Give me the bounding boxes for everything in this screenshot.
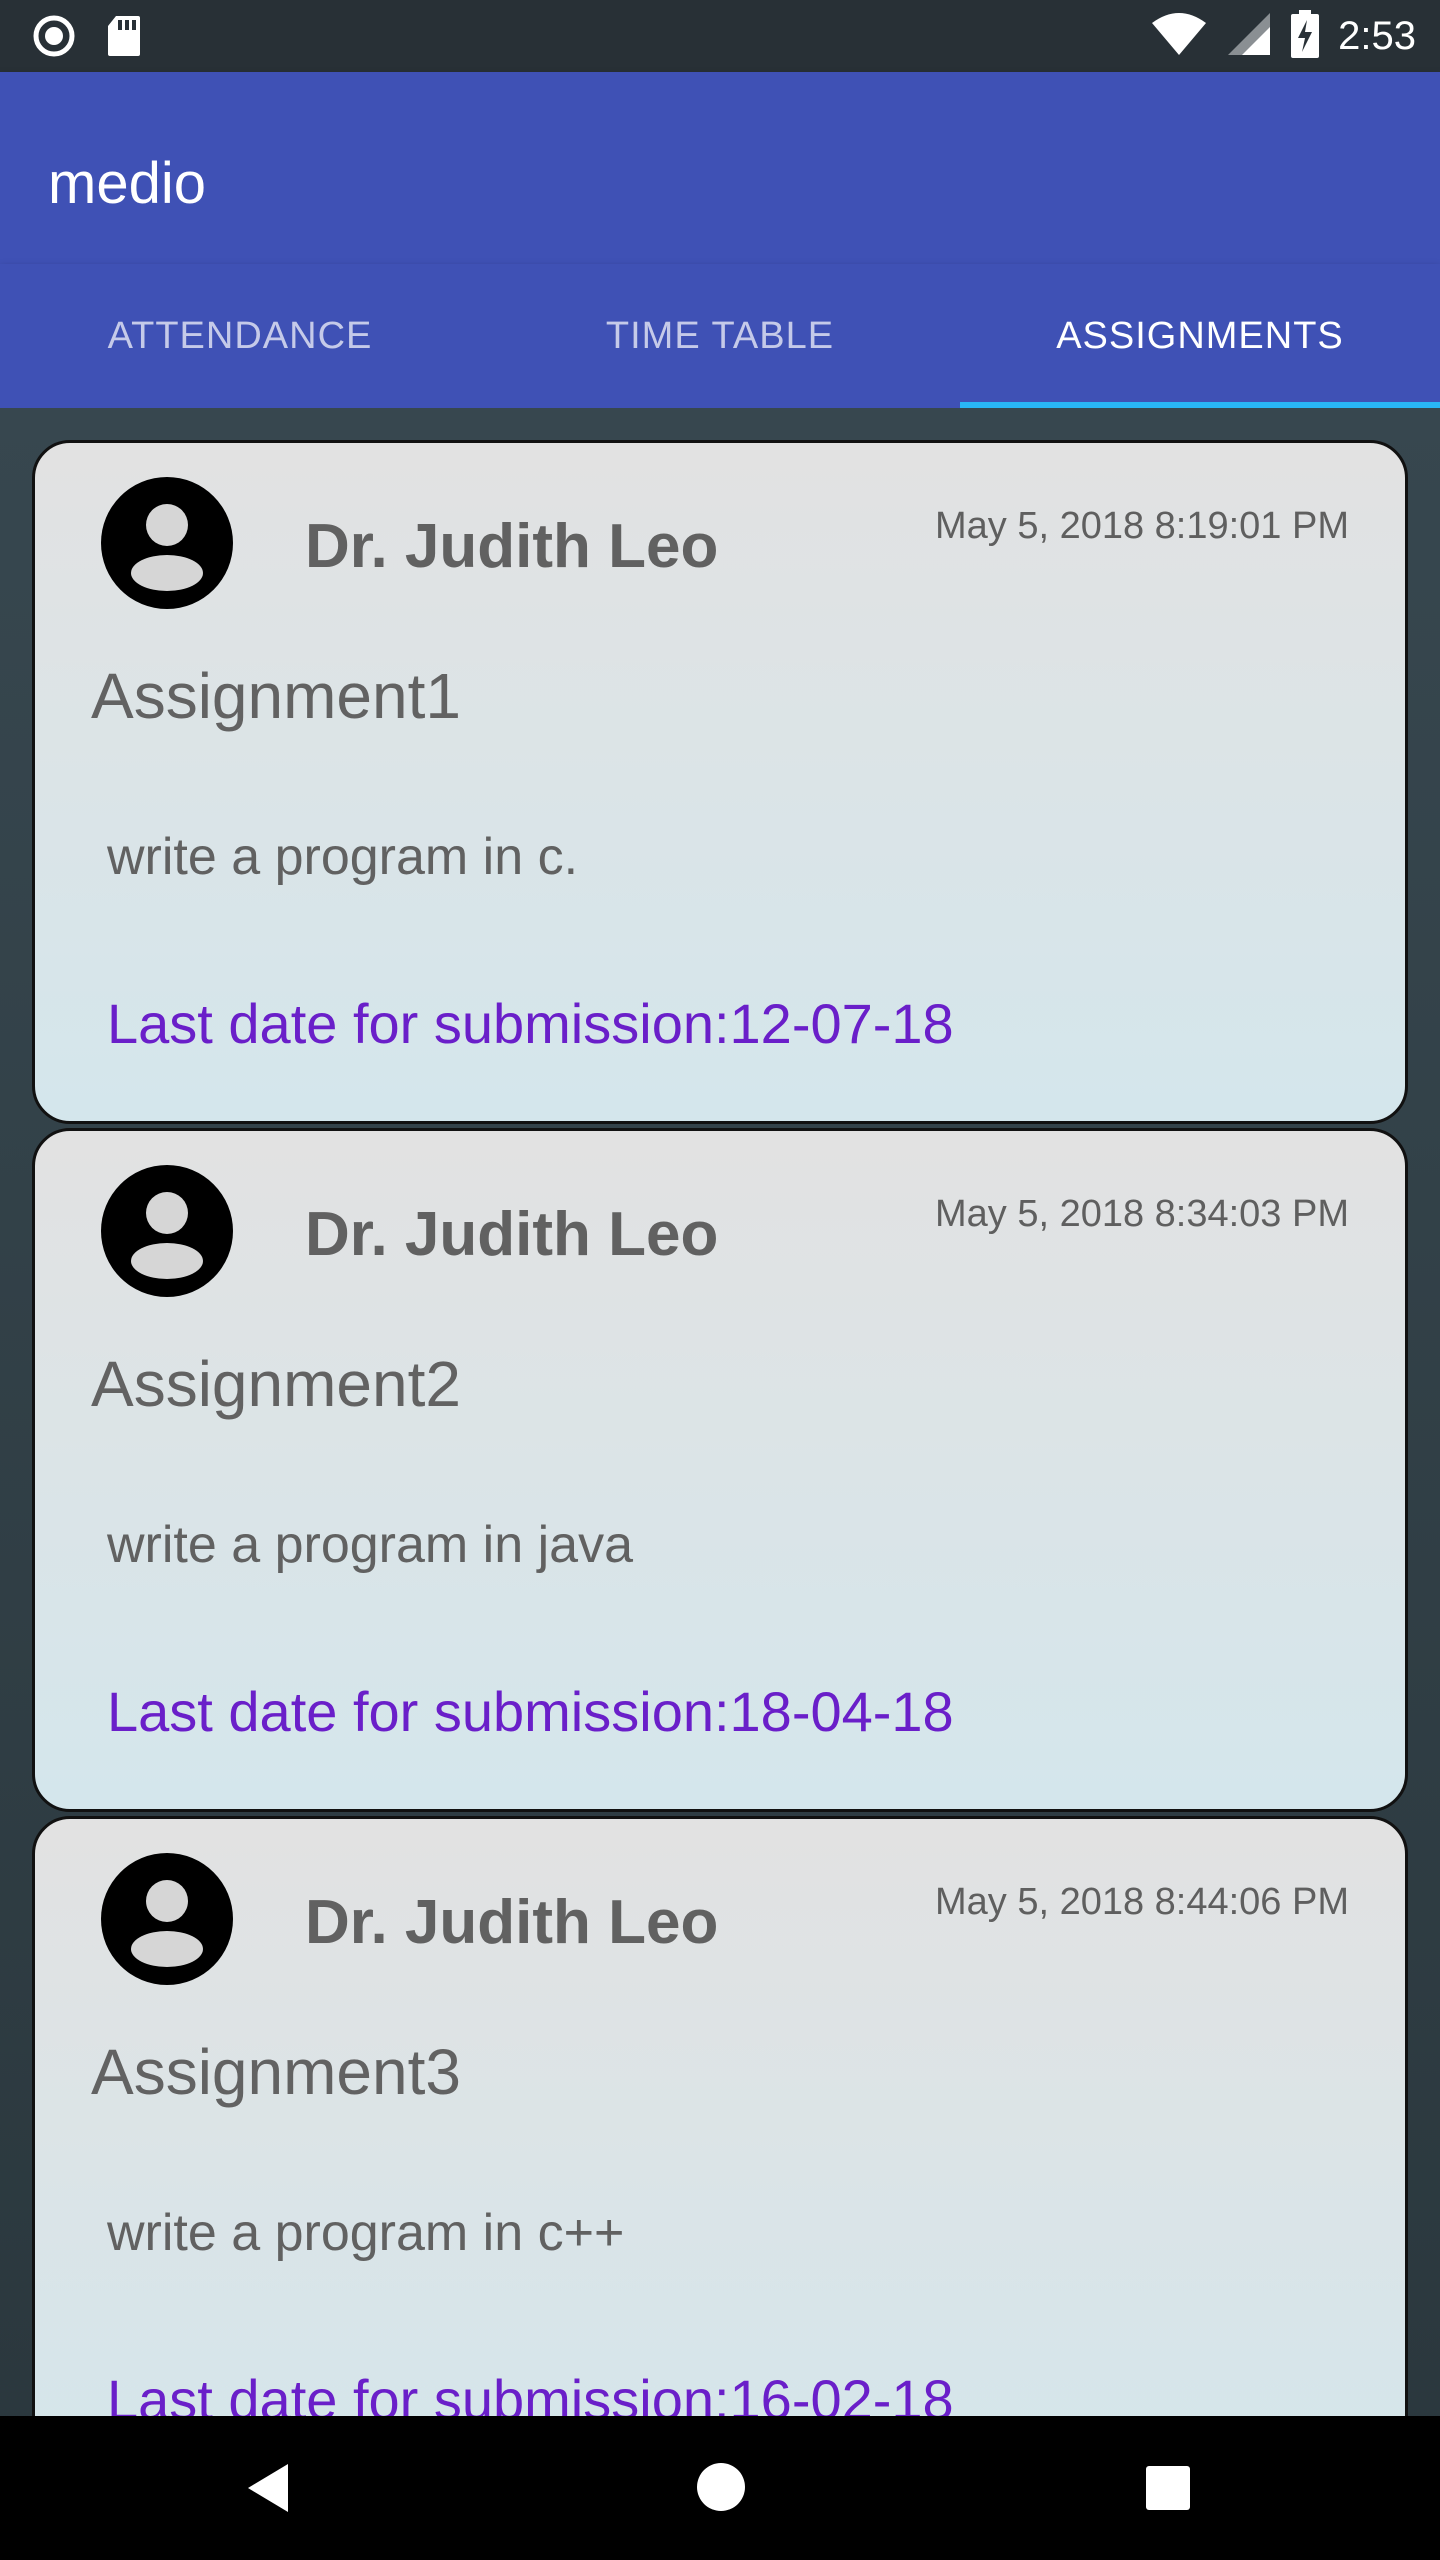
assignment-description: write a program in java — [107, 1516, 633, 1574]
app-bar: medio — [0, 72, 1440, 264]
teacher-name: Dr. Judith Leo — [305, 1200, 719, 1269]
home-icon[interactable] — [696, 2462, 746, 2517]
tab-time-table[interactable]: TIME TABLE — [480, 264, 960, 408]
posted-timestamp: May 5, 2018 8:19:01 PM — [934, 505, 1349, 547]
assignment-title: Assignment1 — [91, 660, 461, 732]
tab-attendance[interactable]: ATTENDANCE — [0, 264, 480, 408]
assignment-title: Assignment3 — [91, 2036, 461, 2108]
tab-assignments[interactable]: ASSIGNMENTS — [960, 264, 1440, 408]
assignment-card[interactable]: Dr. Judith Leo May 5, 2018 8:44:06 PM As… — [32, 1816, 1408, 2416]
due-date: Last date for submission:16-02-18 — [107, 2368, 954, 2416]
assignment-description: write a program in c++ — [107, 2204, 625, 2262]
back-icon[interactable] — [244, 2462, 292, 2519]
account-circle-icon — [101, 477, 233, 609]
battery-charging-icon — [1290, 10, 1320, 63]
teacher-name: Dr. Judith Leo — [305, 1888, 719, 1957]
assignment-card[interactable]: Dr. Judith Leo May 5, 2018 8:34:03 PM As… — [32, 1128, 1408, 1812]
wifi-icon — [1150, 11, 1208, 62]
due-date: Last date for submission:12-07-18 — [107, 992, 954, 1055]
account-circle-icon — [101, 1853, 233, 1985]
app-title: medio — [48, 151, 206, 216]
system-nav-bar — [0, 2416, 1440, 2560]
account-circle-icon — [101, 1165, 233, 1297]
assignment-title: Assignment2 — [91, 1348, 461, 1420]
due-date: Last date for submission:18-04-18 — [107, 1680, 954, 1743]
teacher-name: Dr. Judith Leo — [305, 512, 719, 581]
status-time: 2:53 — [1338, 14, 1416, 58]
sd-card-icon — [106, 14, 142, 63]
tab-bar: ATTENDANCE TIME TABLE ASSIGNMENTS — [0, 264, 1440, 408]
assignment-list[interactable]: Dr. Judith Leo May 5, 2018 8:19:01 PM As… — [0, 408, 1440, 2416]
posted-timestamp: May 5, 2018 8:44:06 PM — [934, 1881, 1349, 1923]
status-bar: 2:53 — [0, 0, 1440, 72]
assignment-card[interactable]: Dr. Judith Leo May 5, 2018 8:19:01 PM As… — [32, 440, 1408, 1124]
record-icon — [32, 14, 76, 63]
posted-timestamp: May 5, 2018 8:34:03 PM — [934, 1193, 1349, 1235]
assignment-description: write a program in c. — [107, 828, 579, 886]
signal-icon — [1226, 11, 1272, 62]
recents-icon[interactable] — [1146, 2466, 1190, 2515]
